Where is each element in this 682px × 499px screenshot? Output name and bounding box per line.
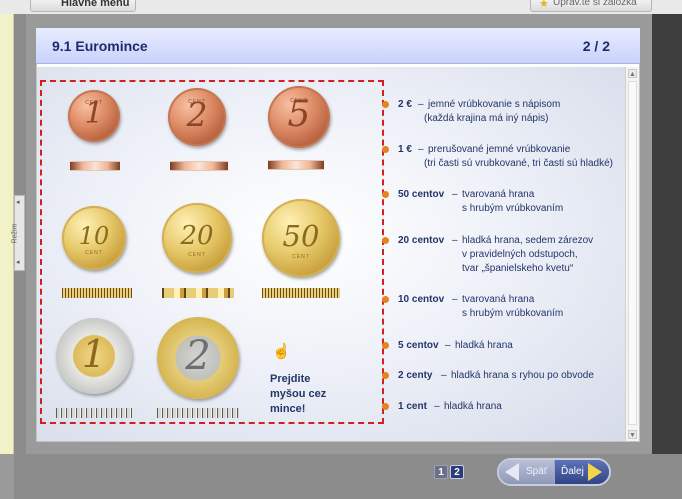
back-button-label: Späť [526, 466, 548, 477]
page-title: 9.1 Euromince [52, 38, 148, 54]
scroll-up-icon[interactable]: ▲ [628, 69, 637, 78]
bullet-icon [382, 191, 389, 198]
coin-edge-10-cent [62, 288, 132, 298]
coin-edge-20-cent [162, 288, 234, 298]
coin-edge-2-cent [170, 161, 228, 171]
vertical-scrollbar[interactable]: ▲ ▼ [625, 67, 639, 441]
coin-5-cent[interactable]: 5 CENT [268, 86, 330, 148]
bullet-icon [382, 101, 389, 108]
scroll-down-icon[interactable]: ▼ [628, 430, 637, 439]
bookmark-tab[interactable]: ★ Uprav.te si záložka [530, 0, 652, 12]
coin-edge-50-cent [262, 288, 340, 298]
nav-control: Späť Ďalej [497, 458, 611, 486]
arrow-right-icon [588, 463, 602, 481]
coin-2-cent[interactable]: 2 CENT [168, 88, 226, 146]
right-strip [652, 14, 682, 454]
coin-50-cent[interactable]: 50 CENT [262, 199, 340, 277]
title-bar: 9.1 Euromince 2 / 2 [36, 28, 640, 64]
arrow-left-icon: ◂ [16, 259, 20, 266]
coin-1-cent[interactable]: 1 CENT [68, 90, 120, 142]
coin-20-cent[interactable]: 20 CENT [162, 203, 232, 273]
star-icon: ★ [539, 0, 549, 10]
arrow-left-icon: ◂ [16, 199, 20, 206]
bullet-icon [382, 342, 389, 349]
coin-edge-1-cent [70, 161, 120, 171]
hand-pointer-icon: ☝ [272, 343, 291, 360]
hover-prompt: Prejdite myšou cez mince! [270, 373, 327, 415]
next-button[interactable]: Ďalej [554, 460, 609, 484]
bullet-icon [382, 237, 389, 244]
back-button[interactable]: Späť [499, 460, 554, 484]
coin-edge-2-euro [157, 408, 239, 418]
coin-2-euro[interactable]: 2 [157, 317, 239, 399]
bookmark-tab-label: Uprav.te si záložka [553, 0, 637, 8]
next-button-label: Ďalej [561, 466, 584, 477]
bullet-icon [382, 146, 389, 153]
arrow-left-icon [505, 463, 519, 481]
bullet-icon [382, 296, 389, 303]
top-strip: Hlavné menu ★ Uprav.te si záložka [0, 0, 682, 14]
coin-10-cent[interactable]: 10 CENT [62, 206, 126, 270]
page-indicator: 2 / 2 [582, 38, 610, 54]
page-button-1[interactable]: 1 [434, 465, 448, 479]
coin-edge-1-euro [56, 408, 132, 418]
coin-1-euro[interactable]: 1 [56, 318, 132, 394]
sidebar-toggle[interactable]: ◂ Režim ◂ [11, 195, 25, 271]
bullet-icon [382, 403, 389, 410]
bullet-icon [382, 372, 389, 379]
main-menu-tab[interactable]: Hlavné menu [30, 0, 136, 12]
sidebar-toggle-label: Režim [11, 223, 19, 244]
bottom-left-tab [0, 454, 14, 499]
page-button-2[interactable]: 2 [450, 465, 464, 479]
scrollbar-track[interactable] [628, 81, 637, 425]
coin-edge-5-cent [268, 160, 324, 170]
